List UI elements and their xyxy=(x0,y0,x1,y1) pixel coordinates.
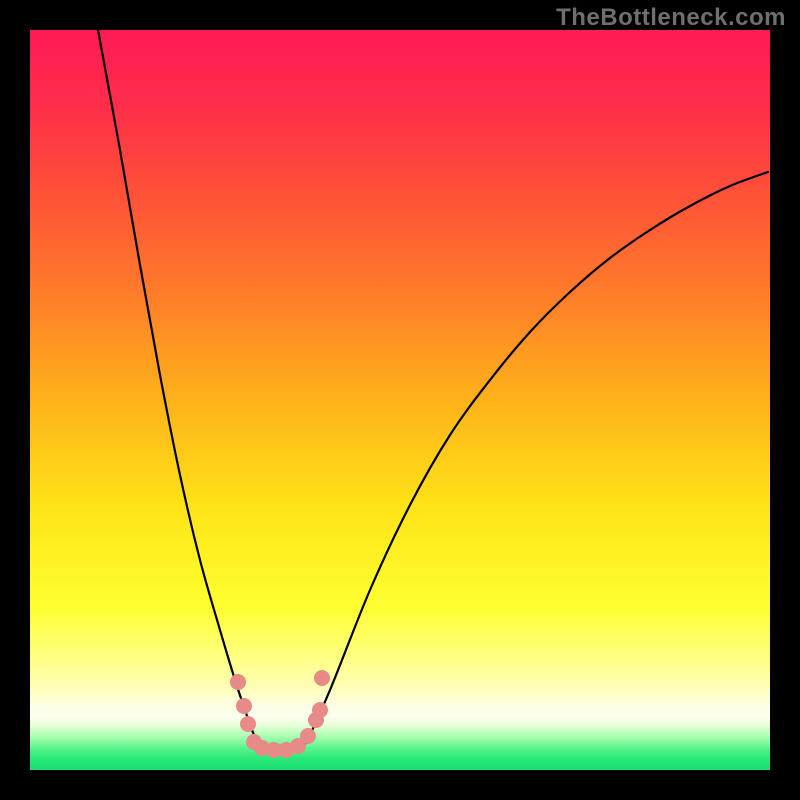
chart-svg xyxy=(30,30,770,770)
watermark-text: TheBottleneck.com xyxy=(556,4,786,32)
plot-area xyxy=(30,30,770,770)
marker-dot xyxy=(312,702,328,718)
marker-dot xyxy=(314,670,330,686)
marker-dot xyxy=(236,698,252,714)
marker-dot xyxy=(300,728,316,744)
outer-frame: TheBottleneck.com xyxy=(0,0,800,800)
gradient-background xyxy=(30,30,770,770)
marker-dot xyxy=(230,674,246,690)
marker-dot xyxy=(240,716,256,732)
